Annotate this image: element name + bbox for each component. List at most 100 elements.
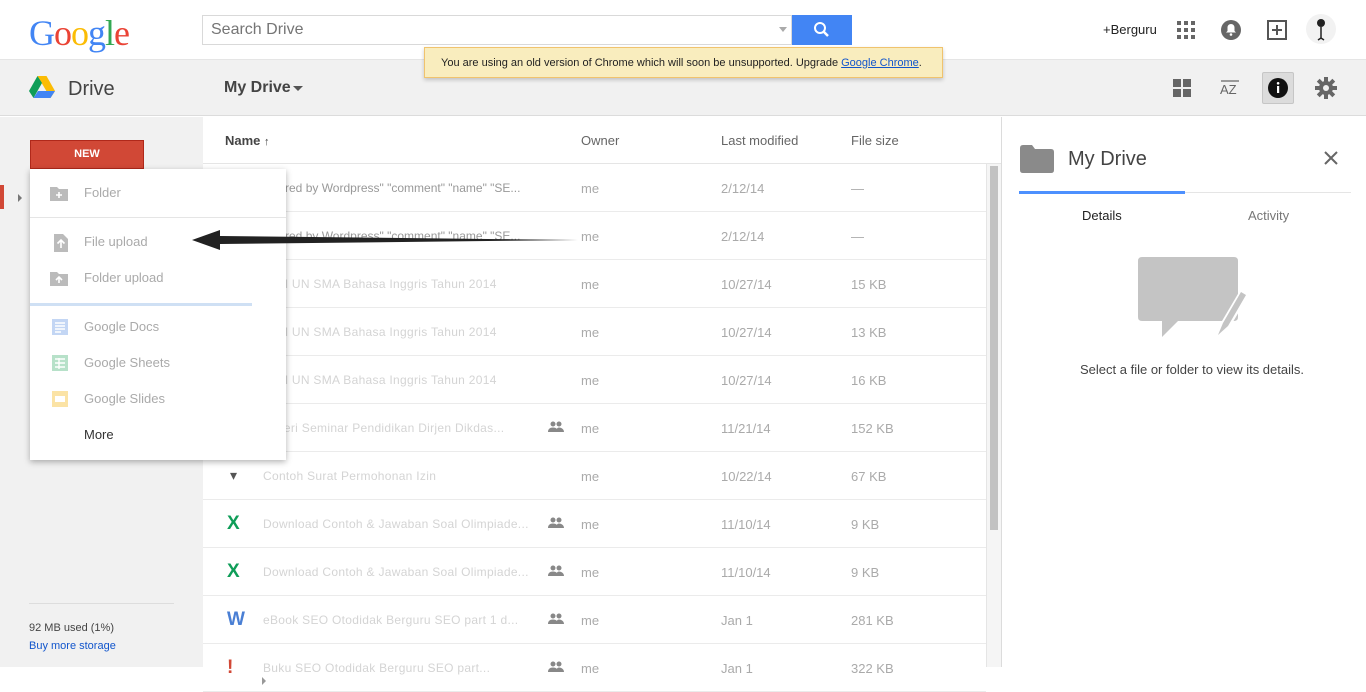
file-owner: me: [581, 421, 600, 436]
column-name-header[interactable]: Name ↑: [225, 133, 270, 148]
search-input[interactable]: [203, 16, 773, 44]
file-size: 9 KB: [851, 565, 880, 580]
selected-nav-marker: [0, 185, 4, 209]
file-owner: me: [581, 565, 600, 580]
table-row[interactable]: Soal UN SMA Bahasa Inggris Tahun 2014 me…: [203, 308, 986, 356]
file-owner: me: [581, 325, 600, 340]
file-upload-icon: [54, 234, 68, 252]
column-size-header[interactable]: File size: [851, 133, 899, 148]
folder-add-icon: [50, 187, 68, 201]
excel-file-icon: X: [227, 561, 240, 582]
expand-arrow-icon[interactable]: [18, 194, 22, 202]
grid-view-icon[interactable]: [1170, 76, 1194, 100]
file-modified: 11/10/14: [721, 517, 771, 532]
upgrade-chrome-link[interactable]: Google Chrome: [841, 57, 919, 69]
notifications-icon[interactable]: [1219, 18, 1243, 42]
table-row[interactable]: X Download Contoh & Jawaban Soal Olimpia…: [203, 500, 986, 548]
table-row[interactable]: ▾ Contoh Surat Permohonan Izin me 10/22/…: [203, 452, 986, 500]
sort-arrow-up-icon: ↑: [264, 136, 270, 148]
file-size: 152 KB: [851, 421, 894, 436]
file-name[interactable]: eBook SEO Otodidak Berguru SEO part 1 d.…: [263, 613, 548, 627]
apps-grid-icon[interactable]: [1174, 18, 1198, 42]
file-name[interactable]: Soal UN SMA Bahasa Inggris Tahun 2014: [263, 373, 548, 387]
menu-item-folder[interactable]: Folder: [30, 175, 286, 211]
word-file-icon: W: [227, 609, 245, 630]
shared-people-icon: [548, 517, 564, 528]
file-name[interactable]: Buku SEO Otodidak Berguru SEO part...: [263, 661, 548, 675]
menu-item-folder-upload[interactable]: Folder upload: [30, 260, 286, 296]
menu-divider: [30, 217, 286, 218]
search-box: [202, 15, 792, 45]
menu-item-google-slides[interactable]: Google Slides: [30, 381, 286, 417]
chevron-down-icon[interactable]: [293, 86, 303, 91]
column-owner-header[interactable]: Owner: [581, 133, 619, 148]
search-button[interactable]: [792, 15, 852, 45]
file-list-header: Name ↑ Owner Last modified File size: [203, 117, 1001, 164]
file-owner: me: [581, 613, 600, 628]
search-options-chevron-icon[interactable]: [779, 27, 787, 32]
table-row[interactable]: Soal UN SMA Bahasa Inggris Tahun 2014 me…: [203, 260, 986, 308]
info-icon: [1268, 78, 1288, 98]
share-add-icon[interactable]: [1265, 18, 1289, 42]
table-row[interactable]: Soal UN SMA Bahasa Inggris Tahun 2014 me…: [203, 356, 986, 404]
pdf-file-icon: ▾: [230, 467, 238, 483]
shared-people-icon: [548, 613, 564, 624]
menu-item-label: Google Slides: [84, 391, 165, 406]
menu-item-more[interactable]: More: [30, 417, 286, 685]
file-name[interactable]: Download Contoh & Jawaban Soal Olimpiade…: [263, 565, 548, 579]
file-modified: 11/10/14: [721, 565, 771, 580]
menu-item-label: Folder: [84, 185, 121, 200]
account-name-link[interactable]: +Berguru: [1103, 22, 1157, 37]
table-row[interactable]: owered by Wordpress" "comment" "name" "S…: [203, 164, 986, 212]
file-size: 322 KB: [851, 661, 894, 676]
active-tab-indicator: [1019, 191, 1185, 194]
details-toggle-button[interactable]: [1262, 72, 1294, 104]
file-size: 13 KB: [851, 325, 887, 340]
table-row[interactable]: X Download Contoh & Jawaban Soal Olimpia…: [203, 548, 986, 596]
file-name[interactable]: Download Contoh & Jawaban Soal Olimpiade…: [263, 517, 548, 531]
sheets-icon: [52, 355, 68, 371]
shared-people-icon: [548, 565, 564, 576]
details-panel: My Drive Details Activity Select a file …: [1001, 117, 1366, 667]
storage-usage-text: 92 MB used (1%): [29, 622, 114, 634]
new-button[interactable]: NEW: [30, 140, 144, 169]
file-name[interactable]: Materi Seminar Pendidikan Dirjen Dikdas.…: [263, 421, 548, 435]
file-name[interactable]: owered by Wordpress" "comment" "name" "S…: [263, 181, 548, 195]
file-size: 67 KB: [851, 469, 887, 484]
google-logo[interactable]: Google: [29, 12, 130, 54]
menu-item-google-docs[interactable]: Google Docs: [30, 309, 286, 345]
file-owner: me: [581, 277, 600, 292]
menu-item-label: File upload: [84, 234, 148, 249]
table-row[interactable]: ! Buku SEO Otodidak Berguru SEO part... …: [203, 644, 986, 692]
column-modified-header[interactable]: Last modified: [721, 133, 798, 148]
my-drive-menu[interactable]: My Drive: [224, 79, 291, 97]
file-name[interactable]: Soal UN SMA Bahasa Inggris Tahun 2014: [263, 325, 548, 339]
file-modified: Jan 1: [721, 661, 753, 676]
tab-activity[interactable]: Activity: [1248, 208, 1289, 223]
menu-item-label: More: [84, 427, 114, 442]
file-name[interactable]: Contoh Surat Permohonan Izin: [263, 469, 548, 483]
table-row[interactable]: Materi Seminar Pendidikan Dirjen Dikdas.…: [203, 404, 986, 452]
file-owner: me: [581, 469, 600, 484]
file-size: 9 KB: [851, 517, 880, 532]
search-icon: [814, 22, 829, 37]
menu-item-google-sheets[interactable]: Google Sheets: [30, 345, 286, 381]
slides-icon: [52, 391, 68, 407]
avatar[interactable]: [1306, 14, 1336, 44]
file-name[interactable]: Soal UN SMA Bahasa Inggris Tahun 2014: [263, 277, 548, 291]
table-row[interactable]: W eBook SEO Otodidak Berguru SEO part 1 …: [203, 596, 986, 644]
buy-storage-link[interactable]: Buy more storage: [29, 640, 116, 652]
warning-text: You are using an old version of Chrome w…: [441, 57, 842, 69]
tab-details[interactable]: Details: [1082, 208, 1122, 223]
file-size: 15 KB: [851, 277, 887, 292]
menu-item-label: Folder upload: [84, 270, 164, 285]
drive-logo-icon[interactable]: [29, 76, 55, 98]
new-menu: Folder File upload Folder upload Google …: [30, 169, 286, 685]
close-icon[interactable]: [1322, 149, 1340, 167]
settings-gear-icon[interactable]: [1314, 76, 1338, 100]
scrollbar-thumb[interactable]: [990, 166, 998, 530]
drive-product-label[interactable]: Drive: [68, 78, 115, 101]
file-modified: 10/27/14: [721, 373, 772, 388]
sort-az-icon[interactable]: AZ: [1218, 76, 1242, 100]
chevron-right-icon: [262, 677, 266, 685]
